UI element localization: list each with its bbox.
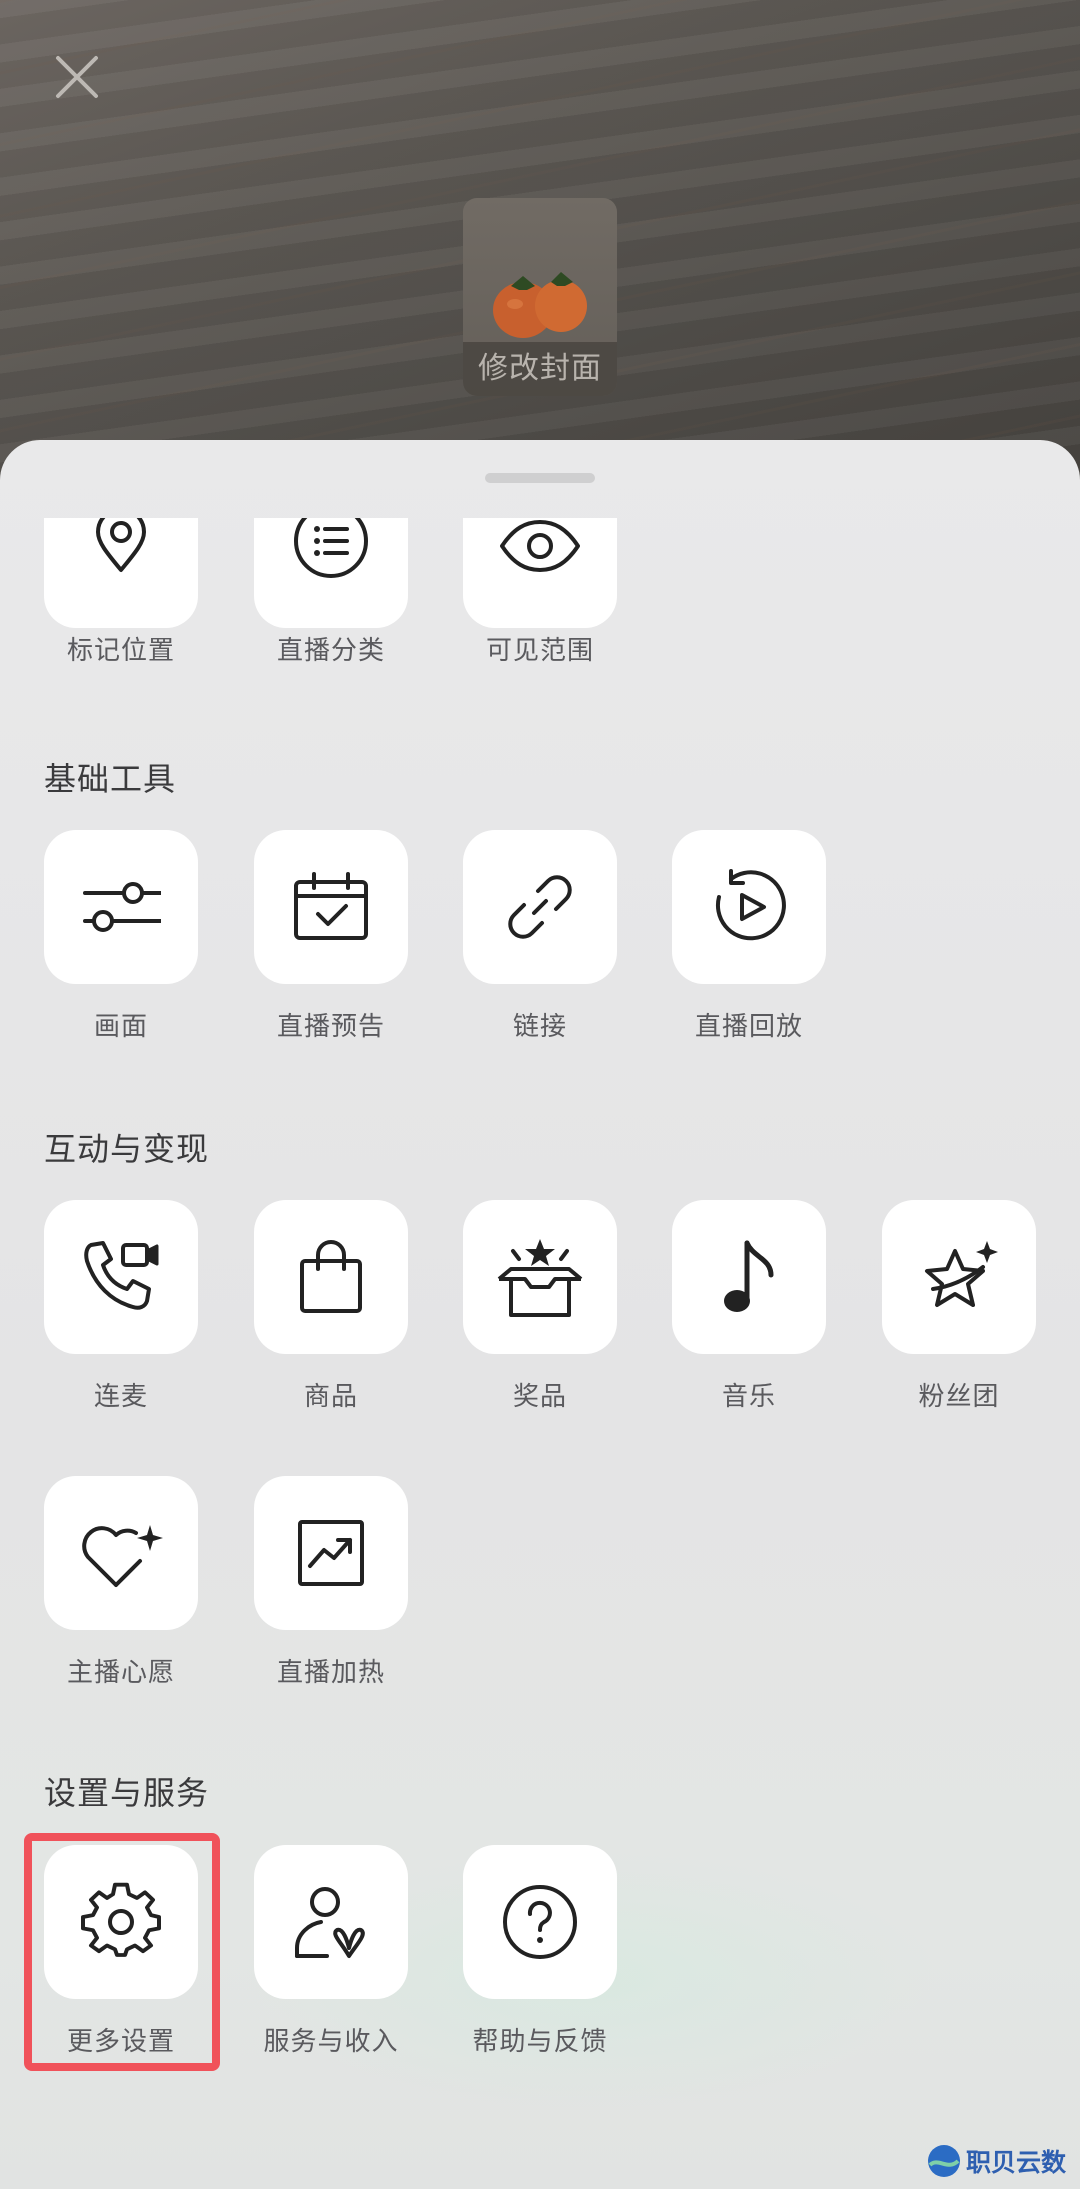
location-pin-icon <box>96 518 146 572</box>
gear-icon <box>81 1882 161 1957</box>
tool-products[interactable]: 商品 <box>254 1200 408 1413</box>
tool-label: 链接 <box>512 1012 567 1042</box>
tool-music[interactable]: 音乐 <box>672 1200 826 1413</box>
replay-icon <box>715 869 786 941</box>
phone-video-icon <box>84 1241 159 1310</box>
list-icon <box>294 518 368 578</box>
tool-location-label-wrap: 标记位置 <box>44 630 198 667</box>
cover-thumbnail[interactable]: 修改封面 <box>463 198 617 396</box>
tool-label: 商品 <box>303 1382 358 1412</box>
tool-label: 帮助与反馈 <box>472 2027 608 2057</box>
help-circle-icon <box>503 1885 577 1959</box>
tool-host-wish[interactable]: 主播心愿 <box>44 1476 198 1689</box>
tool-co-host[interactable]: 连麦 <box>44 1200 198 1413</box>
watermark: 职贝云数 <box>926 2143 1066 2179</box>
tool-label: 直播分类 <box>276 636 385 666</box>
tool-picture[interactable]: 画面 <box>44 830 198 1043</box>
tool-category[interactable] <box>254 518 408 628</box>
section-title-interact: 互动与变现 <box>44 1130 210 1168</box>
sliders-icon <box>83 882 161 932</box>
tool-label: 服务与收入 <box>263 2027 399 2057</box>
section-title-basic: 基础工具 <box>44 760 177 798</box>
edit-cover-label[interactable]: 修改封面 <box>463 342 617 396</box>
tool-link[interactable]: 链接 <box>463 830 617 1043</box>
live-preview-background: 修改封面 <box>0 0 1080 480</box>
tool-label: 奖品 <box>512 1382 567 1412</box>
tool-category-label-wrap: 直播分类 <box>254 630 408 667</box>
tool-label: 粉丝团 <box>918 1382 1000 1412</box>
person-butterfly-icon <box>295 1887 365 1958</box>
tool-visibility[interactable] <box>463 518 617 628</box>
tool-label: 连麦 <box>93 1382 148 1412</box>
eye-icon <box>500 520 580 572</box>
tool-label: 直播预告 <box>276 1012 385 1042</box>
section-title-settings: 设置与服务 <box>44 1774 210 1812</box>
tool-label: 主播心愿 <box>66 1658 175 1688</box>
star-sparkle-icon <box>925 1241 998 1307</box>
persimmon-image <box>493 272 587 338</box>
tool-more-settings[interactable]: 更多设置 <box>44 1845 198 2058</box>
tool-label: 直播回放 <box>694 1012 803 1042</box>
tool-replay[interactable]: 直播回放 <box>672 830 826 1043</box>
close-icon <box>56 56 98 98</box>
heart-sparkle-icon <box>82 1525 163 1587</box>
gift-box-icon <box>497 1239 583 1317</box>
trend-up-icon <box>298 1520 364 1586</box>
drag-handle[interactable] <box>485 473 595 483</box>
tool-fan-club[interactable]: 粉丝团 <box>882 1200 1036 1413</box>
watermark-logo-icon <box>927 2145 960 2177</box>
music-note-icon <box>724 1240 774 1312</box>
tool-visibility-label-wrap: 可见范围 <box>463 630 617 667</box>
tool-label: 音乐 <box>721 1382 776 1412</box>
link-icon <box>508 875 572 939</box>
tool-label: 直播加热 <box>276 1658 385 1688</box>
scrolled-row-clip <box>0 518 1080 628</box>
tool-location[interactable] <box>44 518 198 628</box>
tool-help-feedback[interactable]: 帮助与反馈 <box>463 1845 617 2058</box>
tool-live-preview[interactable]: 直播预告 <box>254 830 408 1043</box>
tool-service-income[interactable]: 服务与收入 <box>254 1845 408 2058</box>
close-button[interactable] <box>44 44 110 110</box>
calendar-check-icon <box>294 872 368 940</box>
tool-label: 标记位置 <box>66 636 175 666</box>
tools-panel: 标记位置 直播分类 可见范围 基础工具 画面 直播预告 链接 直播回放 互动与变… <box>0 440 1080 2189</box>
tool-label: 更多设置 <box>66 2027 175 2057</box>
tool-prizes[interactable]: 奖品 <box>463 1200 617 1413</box>
shopping-bag-icon <box>300 1240 362 1313</box>
tool-live-boost[interactable]: 直播加热 <box>254 1476 408 1689</box>
watermark-text: 职贝云数 <box>965 2148 1066 2177</box>
tool-label: 可见范围 <box>485 636 594 666</box>
tool-label: 画面 <box>93 1012 148 1042</box>
